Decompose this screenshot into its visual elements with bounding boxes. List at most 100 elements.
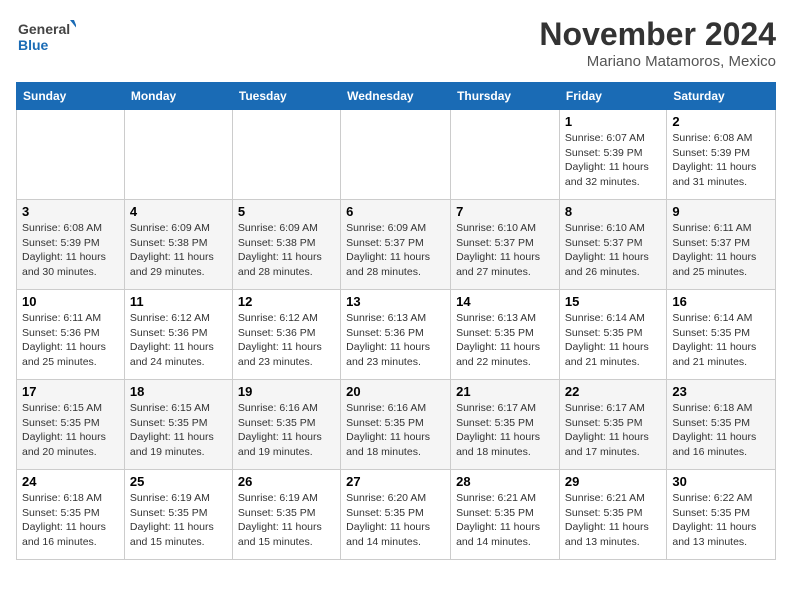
day-info: Sunrise: 6:09 AMSunset: 5:38 PMDaylight:… bbox=[130, 221, 227, 280]
day-number: 9 bbox=[672, 204, 770, 219]
day-number: 24 bbox=[22, 474, 119, 489]
calendar-cell: 18 Sunrise: 6:15 AMSunset: 5:35 PMDayligh… bbox=[124, 380, 232, 470]
day-number: 10 bbox=[22, 294, 119, 309]
weekday-header-monday: Monday bbox=[124, 83, 232, 110]
day-info: Sunrise: 6:10 AMSunset: 5:37 PMDaylight:… bbox=[565, 221, 661, 280]
day-info: Sunrise: 6:15 AMSunset: 5:35 PMDaylight:… bbox=[22, 401, 119, 460]
calendar-cell: 27Sunrise: 6:20 AMSunset: 5:35 PMDayligh… bbox=[341, 470, 451, 560]
calendar-cell: 10 Sunrise: 6:11 AMSunset: 5:36 PMDayligh… bbox=[17, 290, 125, 380]
day-number: 26 bbox=[238, 474, 335, 489]
day-info: Sunrise: 6:16 AMSunset: 5:35 PMDaylight:… bbox=[238, 401, 335, 460]
calendar-cell: 9Sunrise: 6:11 AMSunset: 5:37 PMDaylight… bbox=[667, 200, 776, 290]
calendar-cell: 21 Sunrise: 6:17 AMSunset: 5:35 PMDayligh… bbox=[451, 380, 560, 470]
calendar-header: SundayMondayTuesdayWednesdayThursdayFrid… bbox=[17, 83, 776, 110]
calendar-cell: 28Sunrise: 6:21 AMSunset: 5:35 PMDayligh… bbox=[451, 470, 560, 560]
day-number: 2 bbox=[672, 114, 770, 129]
calendar-cell: 2 Sunrise: 6:08 AMSunset: 5:39 PMDaylight… bbox=[667, 110, 776, 200]
day-number: 23 bbox=[672, 384, 770, 399]
day-info: Sunrise: 6:10 AMSunset: 5:37 PMDaylight:… bbox=[456, 221, 554, 280]
day-number: 4 bbox=[130, 204, 227, 219]
day-info: Sunrise: 6:21 AMSunset: 5:35 PMDaylight:… bbox=[456, 491, 554, 550]
location: Mariano Matamoros, Mexico bbox=[539, 53, 776, 70]
calendar-week-4: 17 Sunrise: 6:15 AMSunset: 5:35 PMDayligh… bbox=[17, 380, 776, 470]
calendar-cell: 13 Sunrise: 6:13 AMSunset: 5:36 PMDayligh… bbox=[341, 290, 451, 380]
day-info: Sunrise: 6:15 AMSunset: 5:35 PMDaylight:… bbox=[130, 401, 227, 460]
day-info: Sunrise: 6:13 AMSunset: 5:36 PMDaylight:… bbox=[346, 311, 445, 370]
calendar-cell: 14Sunrise: 6:13 AMSunset: 5:35 PMDayligh… bbox=[451, 290, 560, 380]
day-number: 25 bbox=[130, 474, 227, 489]
day-info: Sunrise: 6:08 AMSunset: 5:39 PMDaylight:… bbox=[22, 221, 119, 280]
calendar-cell bbox=[124, 110, 232, 200]
calendar-week-3: 10 Sunrise: 6:11 AMSunset: 5:36 PMDayligh… bbox=[17, 290, 776, 380]
calendar-cell: 11 Sunrise: 6:12 AMSunset: 5:36 PMDayligh… bbox=[124, 290, 232, 380]
weekday-header-saturday: Saturday bbox=[667, 83, 776, 110]
calendar-cell bbox=[232, 110, 340, 200]
calendar-week-1: 1 Sunrise: 6:07 AMSunset: 5:39 PMDaylight… bbox=[17, 110, 776, 200]
calendar-cell: 5 Sunrise: 6:09 AMSunset: 5:38 PMDaylight… bbox=[232, 200, 340, 290]
calendar-cell bbox=[451, 110, 560, 200]
calendar-table: SundayMondayTuesdayWednesdayThursdayFrid… bbox=[16, 82, 776, 560]
day-info: Sunrise: 6:12 AMSunset: 5:36 PMDaylight:… bbox=[238, 311, 335, 370]
page-header: General Blue November 2024 Mariano Matam… bbox=[16, 16, 776, 70]
day-info: Sunrise: 6:09 AMSunset: 5:38 PMDaylight:… bbox=[238, 221, 335, 280]
day-number: 3 bbox=[22, 204, 119, 219]
day-info: Sunrise: 6:16 AMSunset: 5:35 PMDaylight:… bbox=[346, 401, 445, 460]
logo: General Blue bbox=[16, 16, 76, 56]
day-number: 19 bbox=[238, 384, 335, 399]
day-number: 29 bbox=[565, 474, 661, 489]
day-info: Sunrise: 6:18 AMSunset: 5:35 PMDaylight:… bbox=[22, 491, 119, 550]
day-info: Sunrise: 6:08 AMSunset: 5:39 PMDaylight:… bbox=[672, 131, 770, 190]
day-number: 22 bbox=[565, 384, 661, 399]
calendar-cell bbox=[341, 110, 451, 200]
calendar-cell: 7 Sunrise: 6:10 AMSunset: 5:37 PMDaylight… bbox=[451, 200, 560, 290]
day-number: 17 bbox=[22, 384, 119, 399]
calendar-cell: 6Sunrise: 6:09 AMSunset: 5:37 PMDaylight… bbox=[341, 200, 451, 290]
calendar-cell: 19 Sunrise: 6:16 AMSunset: 5:35 PMDayligh… bbox=[232, 380, 340, 470]
calendar-cell: 8Sunrise: 6:10 AMSunset: 5:37 PMDaylight… bbox=[559, 200, 666, 290]
weekday-header-thursday: Thursday bbox=[451, 83, 560, 110]
weekday-header-sunday: Sunday bbox=[17, 83, 125, 110]
day-number: 13 bbox=[346, 294, 445, 309]
day-number: 15 bbox=[565, 294, 661, 309]
day-info: Sunrise: 6:19 AMSunset: 5:35 PMDaylight:… bbox=[238, 491, 335, 550]
calendar-cell: 4 Sunrise: 6:09 AMSunset: 5:38 PMDaylight… bbox=[124, 200, 232, 290]
calendar-cell: 20 Sunrise: 6:16 AMSunset: 5:35 PMDayligh… bbox=[341, 380, 451, 470]
day-info: Sunrise: 6:07 AMSunset: 5:39 PMDaylight:… bbox=[565, 131, 661, 190]
day-info: Sunrise: 6:17 AMSunset: 5:35 PMDaylight:… bbox=[456, 401, 554, 460]
calendar-cell: 29Sunrise: 6:21 AMSunset: 5:35 PMDayligh… bbox=[559, 470, 666, 560]
title-block: November 2024 Mariano Matamoros, Mexico bbox=[539, 16, 776, 70]
day-number: 1 bbox=[565, 114, 661, 129]
day-info: Sunrise: 6:12 AMSunset: 5:36 PMDaylight:… bbox=[130, 311, 227, 370]
day-info: Sunrise: 6:09 AMSunset: 5:37 PMDaylight:… bbox=[346, 221, 445, 280]
calendar-cell bbox=[17, 110, 125, 200]
day-info: Sunrise: 6:11 AMSunset: 5:36 PMDaylight:… bbox=[22, 311, 119, 370]
day-number: 20 bbox=[346, 384, 445, 399]
svg-text:Blue: Blue bbox=[18, 37, 49, 53]
weekday-header-friday: Friday bbox=[559, 83, 666, 110]
day-info: Sunrise: 6:17 AMSunset: 5:35 PMDaylight:… bbox=[565, 401, 661, 460]
calendar-cell: 30Sunrise: 6:22 AMSunset: 5:35 PMDayligh… bbox=[667, 470, 776, 560]
day-number: 5 bbox=[238, 204, 335, 219]
calendar-cell: 1 Sunrise: 6:07 AMSunset: 5:39 PMDaylight… bbox=[559, 110, 666, 200]
day-number: 7 bbox=[456, 204, 554, 219]
calendar-cell: 23Sunrise: 6:18 AMSunset: 5:35 PMDayligh… bbox=[667, 380, 776, 470]
weekday-header-wednesday: Wednesday bbox=[341, 83, 451, 110]
day-info: Sunrise: 6:19 AMSunset: 5:35 PMDaylight:… bbox=[130, 491, 227, 550]
day-number: 27 bbox=[346, 474, 445, 489]
calendar-cell: 15Sunrise: 6:14 AMSunset: 5:35 PMDayligh… bbox=[559, 290, 666, 380]
calendar-week-2: 3 Sunrise: 6:08 AMSunset: 5:39 PMDaylight… bbox=[17, 200, 776, 290]
day-number: 16 bbox=[672, 294, 770, 309]
day-number: 18 bbox=[130, 384, 227, 399]
weekday-header-tuesday: Tuesday bbox=[232, 83, 340, 110]
calendar-cell: 3 Sunrise: 6:08 AMSunset: 5:39 PMDaylight… bbox=[17, 200, 125, 290]
logo-svg: General Blue bbox=[16, 16, 76, 56]
calendar-cell: 25 Sunrise: 6:19 AMSunset: 5:35 PMDayligh… bbox=[124, 470, 232, 560]
svg-text:General: General bbox=[18, 21, 70, 37]
day-number: 11 bbox=[130, 294, 227, 309]
calendar-week-5: 24 Sunrise: 6:18 AMSunset: 5:35 PMDayligh… bbox=[17, 470, 776, 560]
day-info: Sunrise: 6:13 AMSunset: 5:35 PMDaylight:… bbox=[456, 311, 554, 370]
calendar-cell: 17 Sunrise: 6:15 AMSunset: 5:35 PMDayligh… bbox=[17, 380, 125, 470]
month-title: November 2024 bbox=[539, 16, 776, 53]
day-number: 21 bbox=[456, 384, 554, 399]
calendar-cell: 12Sunrise: 6:12 AMSunset: 5:36 PMDayligh… bbox=[232, 290, 340, 380]
